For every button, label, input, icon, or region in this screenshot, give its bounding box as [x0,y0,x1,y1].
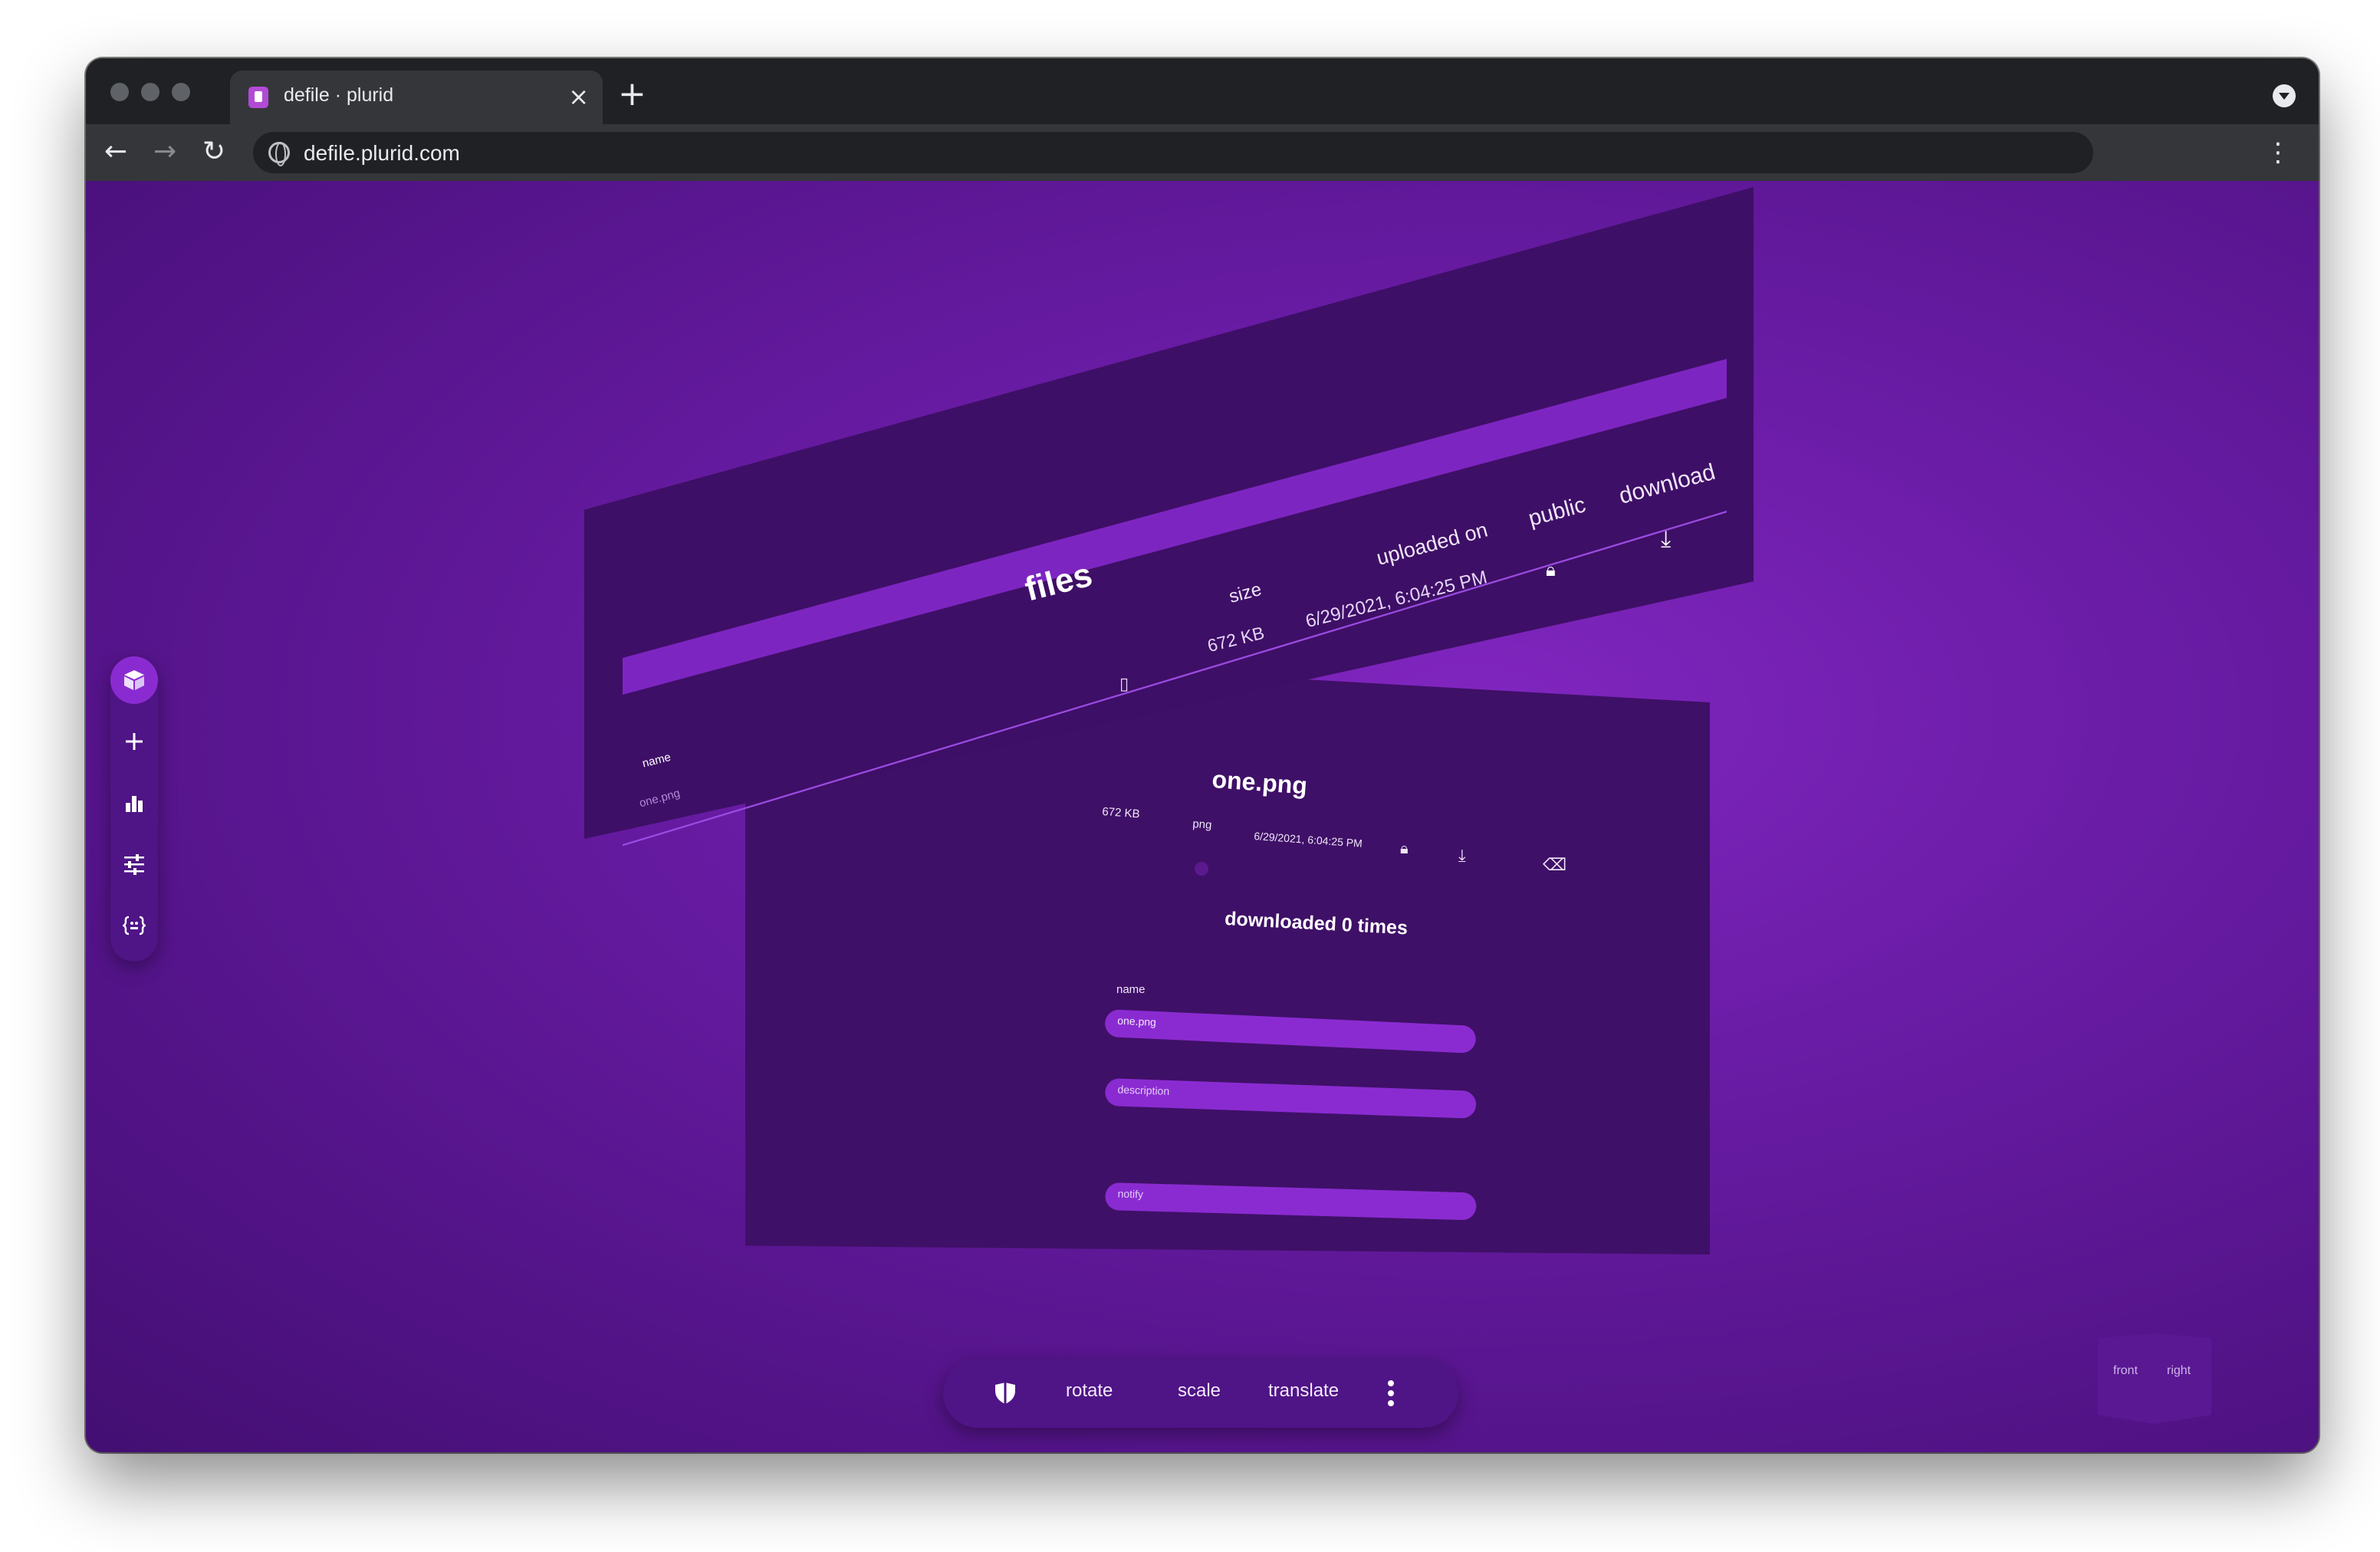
side-toolbar [110,656,158,962]
browser-menu-icon[interactable]: ⋮ [2265,133,2291,172]
detail-lock-icon[interactable]: 🔒︎ [1400,840,1409,858]
url-text: defile.plurid.com [304,141,460,165]
browser-window: defile · plurid × + ← → ↻ defile.plurid.… [86,58,2319,1452]
cube-icon [124,670,144,690]
cube-button[interactable] [110,656,158,704]
scale-button[interactable]: scale [1178,1380,1221,1402]
favicon-icon [248,87,268,108]
transform-toolbar: rotate scale translate [943,1359,1458,1428]
address-bar[interactable]: defile.plurid.com [253,132,2093,173]
shield-icon[interactable] [992,1380,1018,1406]
add-plane-button[interactable] [110,718,158,765]
tab-title: defile · plurid [284,84,394,106]
name-input-value: one.png [1116,1014,1157,1028]
detail-delete-icon[interactable]: ⌫ [1543,856,1566,875]
rotate-button[interactable]: rotate [1066,1380,1113,1402]
maximize-window-button[interactable] [172,83,190,101]
stats-button[interactable] [110,779,158,827]
translate-button[interactable]: translate [1268,1380,1339,1402]
file-type-icon: ▯ [1119,675,1129,694]
settings-button[interactable] [110,840,158,888]
name-label: name [1116,983,1146,996]
cube-front-label[interactable]: front [2113,1364,2138,1378]
technical-button[interactable] [110,902,158,949]
orientation-cube[interactable]: front right [2098,1333,2211,1424]
plurid-viewport[interactable]: one.png 672 KB png 6/29/2021, 6:04:25 PM… [86,181,2319,1452]
close-window-button[interactable] [110,83,129,101]
more-vertical-icon[interactable] [1386,1379,1395,1408]
bar-chart-icon [126,796,143,812]
browser-toolbar: ← → ↻ defile.plurid.com ⋮ [86,124,2319,181]
description-placeholder: description [1117,1083,1170,1097]
detail-download-icon[interactable]: ⤓ [1458,847,1466,866]
row-lock-icon[interactable]: 🔒︎ [1546,560,1556,581]
title-bar: defile · plurid × + [86,58,2319,124]
forward-icon[interactable]: → [153,132,176,172]
notify-placeholder: notify [1117,1187,1144,1201]
new-tab-icon[interactable]: + [618,75,646,113]
globe-icon [268,142,290,166]
close-tab-icon[interactable]: × [568,81,589,112]
plus-icon [126,733,143,750]
minimize-window-button[interactable] [141,83,159,101]
tab-search-icon[interactable] [2273,84,2296,107]
cube-right-label[interactable]: right [2167,1364,2191,1378]
back-icon[interactable]: ← [104,132,127,172]
detail-type: png [1192,817,1212,832]
status-dot-icon [1195,862,1208,876]
reload-icon[interactable]: ↻ [202,132,225,172]
browser-tab[interactable]: defile · plurid × [230,71,603,124]
code-icon [123,916,146,935]
sliders-icon [124,854,144,875]
detail-size: 672 KB [1101,805,1141,821]
row-download-icon[interactable]: ⤓ [1661,526,1671,553]
